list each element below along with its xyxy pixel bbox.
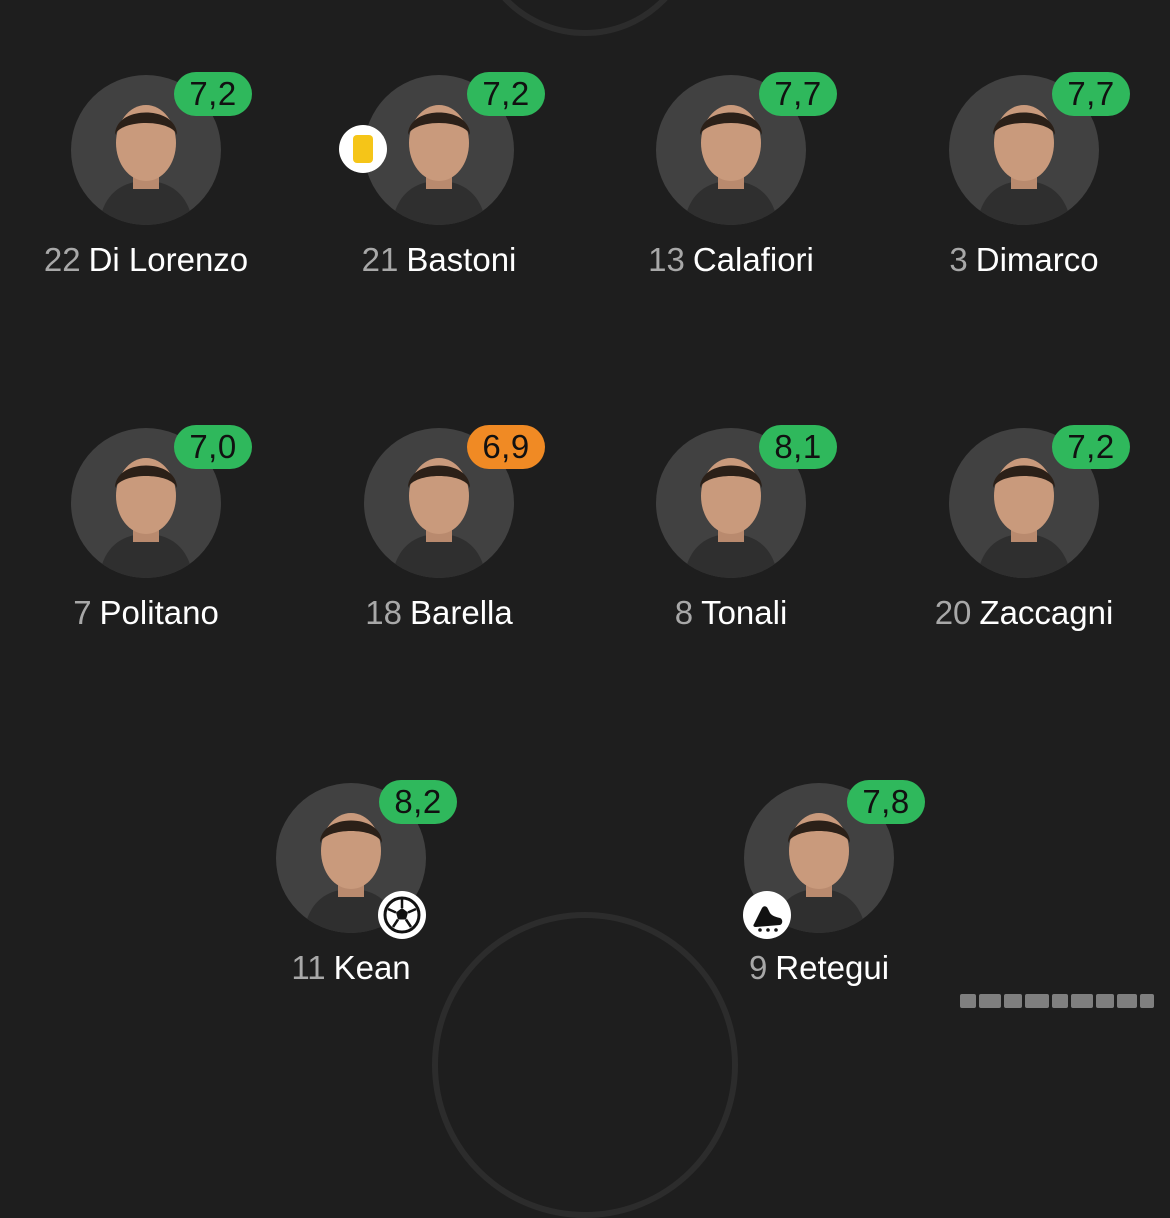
player-name-row: 13 Calafiori: [581, 240, 881, 280]
shirt-number: 9: [748, 949, 768, 986]
watermark: [960, 990, 1165, 1012]
shirt-number: 18: [365, 594, 402, 631]
shirt-number: 11: [291, 949, 326, 986]
rating-badge: 7,8: [847, 780, 925, 824]
player-name: Tonali: [701, 594, 788, 631]
player-name: Kean: [333, 949, 411, 986]
player-name-row: 22 Di Lorenzo: [0, 240, 296, 280]
shirt-number: 7: [73, 594, 92, 631]
player-card[interactable]: 7,8 9 Retegui: [669, 780, 969, 1003]
rating-badge: 7,7: [759, 72, 837, 116]
rating-badge: 6,9: [467, 425, 545, 469]
player-card[interactable]: 8,2 11 Kean: [201, 780, 501, 1003]
player-card[interactable]: 7,0 7 Politano: [0, 425, 296, 648]
player-card[interactable]: 7,2 20 Zaccagni: [874, 425, 1170, 648]
shirt-number: 8: [674, 594, 694, 631]
shirt-number: 22: [43, 241, 81, 278]
player-name: Politano: [99, 594, 219, 631]
player-card[interactable]: 8,1 8 Tonali: [581, 425, 881, 648]
player-card[interactable]: 7,7 3 Dimarco: [874, 72, 1170, 295]
yellow-card-icon: [339, 125, 387, 173]
shirt-number: 20: [934, 594, 972, 631]
rating-badge: 7,2: [174, 72, 252, 116]
player-name-row: 9 Retegui: [669, 948, 969, 988]
player-name: Bastoni: [406, 241, 517, 278]
rating-badge: 7,7: [1052, 72, 1130, 116]
rating-badge: 8,2: [379, 780, 457, 824]
player-name: Dimarco: [975, 241, 1099, 278]
player-name: Retegui: [775, 949, 890, 986]
player-name-row: 18 Barella: [289, 593, 589, 633]
goal-ball-icon: [378, 891, 426, 939]
assist-boot-icon: [743, 891, 791, 939]
player-name-row: 21 Bastoni: [289, 240, 589, 280]
player-name: Barella: [409, 594, 513, 631]
player-name-row: 11 Kean: [201, 948, 501, 988]
rating-badge: 8,1: [759, 425, 837, 469]
player-name-row: 7 Politano: [0, 593, 296, 633]
player-card[interactable]: 7,2 21 Bastoni: [289, 72, 589, 295]
rating-badge: 7,0: [174, 425, 252, 469]
player-card[interactable]: 7,2 22 Di Lorenzo: [0, 72, 296, 295]
rating-badge: 7,2: [1052, 425, 1130, 469]
shirt-number: 21: [361, 241, 399, 278]
shirt-number: 3: [949, 241, 968, 278]
pitch-center-circle-top: [472, 0, 698, 36]
player-name-row: 8 Tonali: [581, 593, 881, 633]
player-name: Di Lorenzo: [88, 241, 249, 278]
player-name: Zaccagni: [979, 594, 1114, 631]
shirt-number: 13: [648, 241, 685, 278]
player-name-row: 3 Dimarco: [874, 240, 1170, 280]
player-card[interactable]: 6,9 18 Barella: [289, 425, 589, 648]
player-name-row: 20 Zaccagni: [874, 593, 1170, 633]
rating-badge: 7,2: [467, 72, 545, 116]
player-name: Calafiori: [692, 241, 814, 278]
player-card[interactable]: 7,7 13 Calafiori: [581, 72, 881, 295]
